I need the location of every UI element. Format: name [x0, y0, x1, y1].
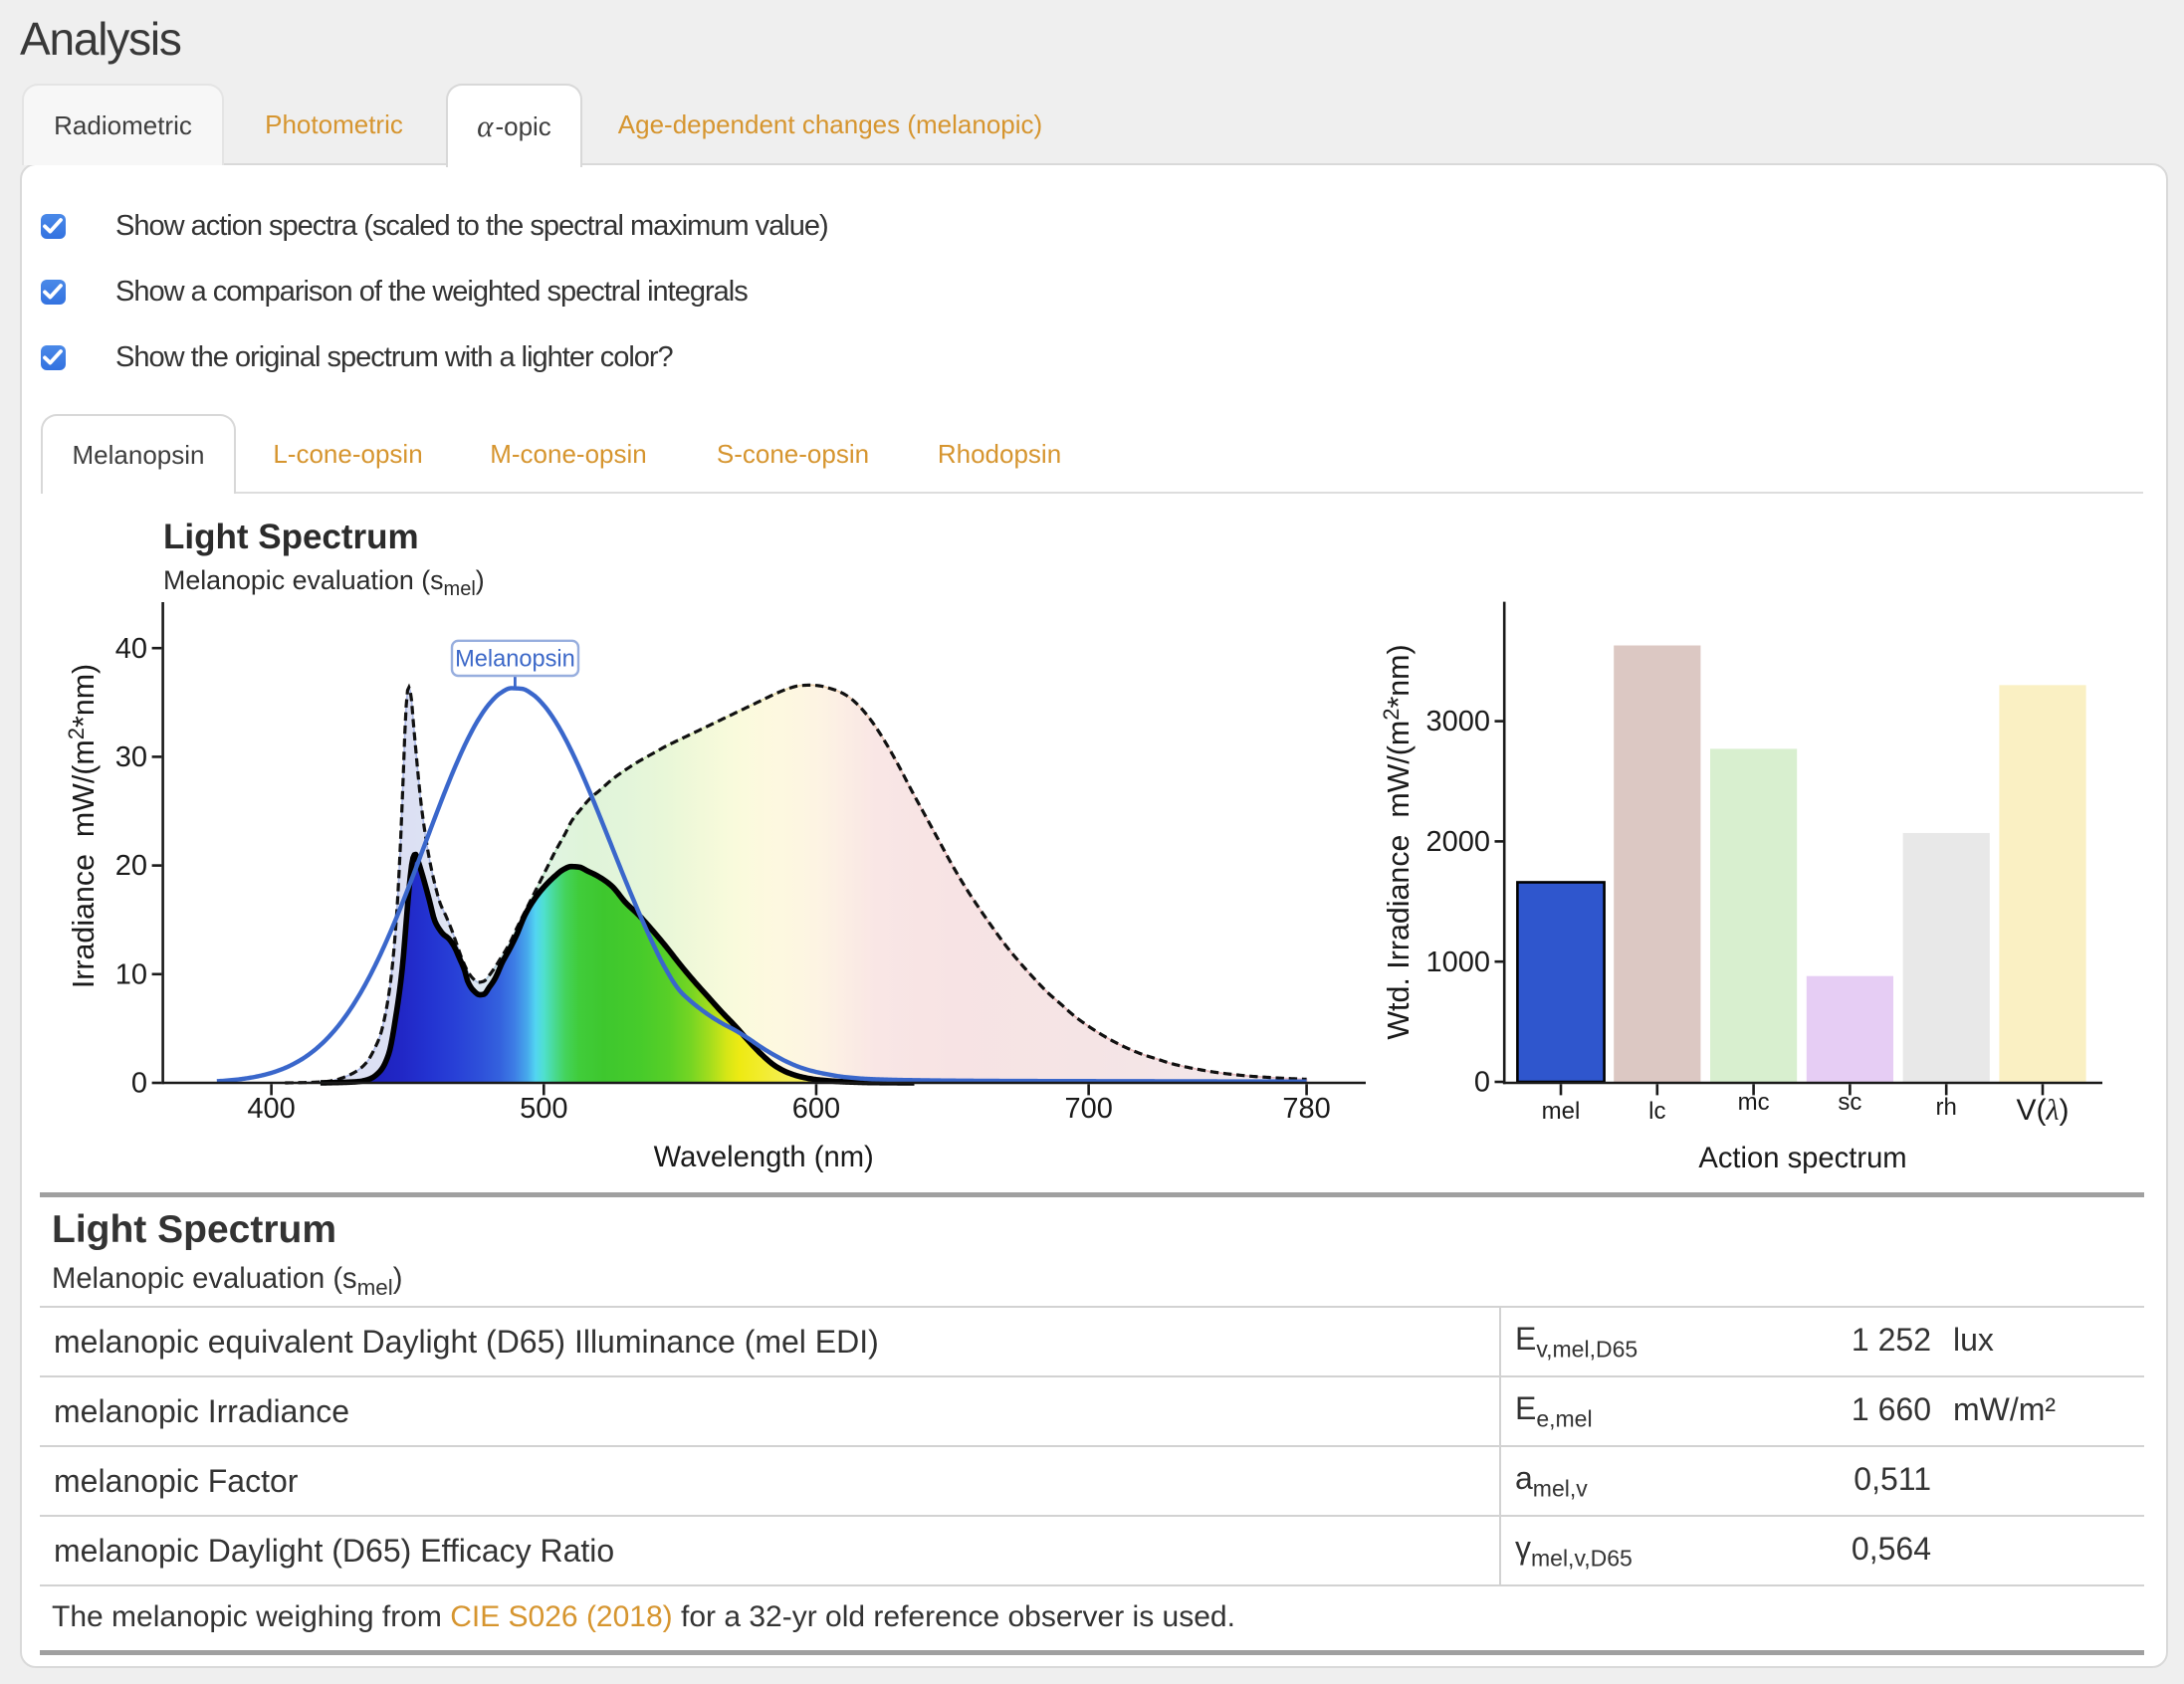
svg-text:700: 700	[1064, 1093, 1112, 1125]
svg-text:2000: 2000	[1425, 826, 1490, 858]
svg-text:lc: lc	[1648, 1098, 1665, 1125]
svg-text:3000: 3000	[1425, 706, 1490, 737]
svg-text:400: 400	[247, 1093, 295, 1125]
svg-text:0: 0	[131, 1068, 147, 1100]
svg-text:Action spectrum: Action spectrum	[1698, 1143, 1906, 1174]
svg-text:40: 40	[115, 633, 147, 665]
svg-text:Wtd. Irradiance mW/(m2*nm): Wtd. Irradiance mW/(m2*nm)	[1379, 644, 1416, 1039]
svg-text:0: 0	[1474, 1067, 1490, 1099]
svg-text:Light Spectrum: Light Spectrum	[163, 518, 419, 556]
svg-text:Melanopsin: Melanopsin	[455, 647, 575, 673]
svg-text:Melanopic evaluation (smel): Melanopic evaluation (smel)	[163, 565, 485, 600]
svg-text:600: 600	[792, 1093, 840, 1125]
svg-text:10: 10	[115, 958, 147, 990]
svg-text:500: 500	[520, 1093, 567, 1125]
svg-text:sc: sc	[1838, 1089, 1861, 1116]
svg-text:30: 30	[115, 741, 147, 773]
svg-text:1000: 1000	[1425, 947, 1490, 978]
svg-text:Wavelength (nm): Wavelength (nm)	[654, 1142, 874, 1173]
svg-text:mc: mc	[1738, 1089, 1770, 1116]
svg-text:Irradiance mW/(m2*nm): Irradiance mW/(m2*nm)	[64, 664, 101, 988]
svg-text:V(λ): V(λ)	[2017, 1094, 2070, 1127]
svg-text:20: 20	[115, 850, 147, 882]
svg-text:780: 780	[1282, 1093, 1330, 1125]
svg-text:rh: rh	[1936, 1094, 1957, 1121]
svg-text:mel: mel	[1542, 1098, 1581, 1125]
